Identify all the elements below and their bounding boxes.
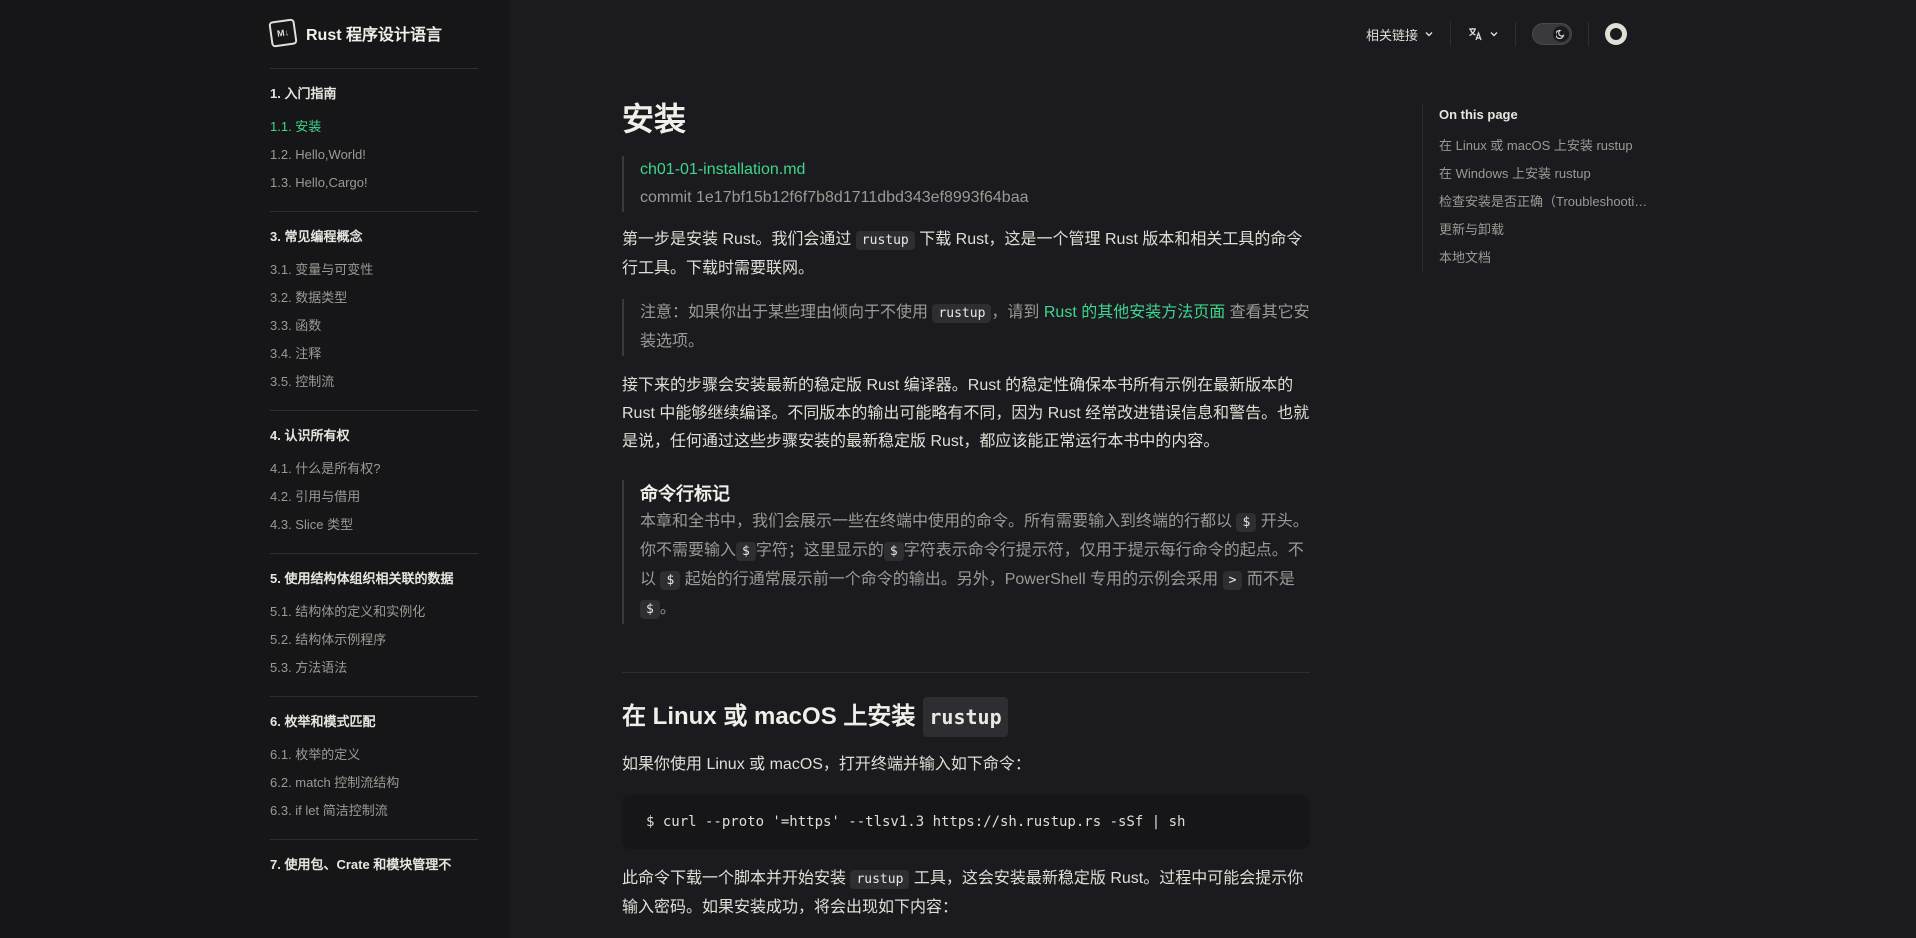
intro-paragraph: 第一步是安装 Rust。我们会通过 rustup 下载 Rust，这是一个管理 … [622,226,1310,283]
moon-icon [1553,26,1570,42]
sidebar-item[interactable]: 3.1. 变量与可变性 [270,256,478,284]
code-block[interactable]: $ curl --proto '=https' --tlsv1.3 https:… [622,795,1310,849]
sidebar-item[interactable]: 5.2. 结构体示例程序 [270,626,478,654]
text: 本章和全书中，我们会展示一些在终端中使用的命令。所有需要输入到终端的行都以 [640,513,1237,530]
outline-list: 在 Linux 或 macOS 上安装 rustup 在 Windows 上安装 … [1439,132,1652,272]
inline-code: $ [660,571,681,590]
inline-code: $ [640,600,660,619]
outline-item[interactable]: 检查安装是否正确（Troubleshooting） [1439,188,1652,216]
divider [1588,22,1590,46]
sidebar-item[interactable]: 1.1. 安装 [270,113,478,141]
sidebar-item[interactable]: 6.3. if let 简洁控制流 [270,797,478,825]
nav-group-title[interactable]: 7. 使用包、Crate 和模块管理不 [270,856,478,874]
related-links-label: 相关链接 [1366,27,1419,43]
section-divider [622,672,1310,673]
command-line-notation-callout: 命令行标记 本章和全书中，我们会展示一些在终端中使用的命令。所有需要输入到终端的… [622,480,1310,624]
sidebar-item[interactable]: 3.3. 函数 [270,312,478,340]
sidebar-item[interactable]: 1.3. Hello,Cargo! [270,169,478,197]
sidebar-item[interactable]: 4.3. Slice 类型 [270,511,478,539]
outline-item[interactable]: 在 Windows 上安装 rustup [1439,160,1652,188]
nav-group: 7. 使用包、Crate 和模块管理不 [270,839,478,898]
inline-code: > [1222,571,1243,590]
nav-group-title[interactable]: 5. 使用结构体组织相关联的数据 [270,570,478,588]
language-menu[interactable] [1451,26,1515,42]
note-paragraph: 注意：如果你出于某些理由倾向于不使用 rustup ，请到 Rust 的其他安装方… [640,299,1310,356]
translate-icon [1469,28,1482,41]
sidebar-item[interactable]: 5.3. 方法语法 [270,654,478,682]
nav-group-title[interactable]: 3. 常见编程概念 [270,228,478,246]
inline-code: $ [1236,513,1257,532]
nav-group-title[interactable]: 1. 入门指南 [270,85,478,103]
theme-toggle[interactable] [1532,23,1573,45]
page-outline: On this page 在 Linux 或 macOS 上安装 rustup 在… [1422,104,1652,272]
inline-code: $ [883,542,904,561]
text: 起始的行通常展示前一个命令的输出。另外，PowerShell 专用的示例会采用 [680,571,1223,588]
sidebar-item[interactable]: 5.1. 结构体的定义和实例化 [270,598,478,626]
other-install-methods-link[interactable]: Rust 的其他安装方法页面 [1044,304,1225,321]
text: 第一步是安装 Rust。我们会通过 [622,231,856,248]
sidebar-item[interactable]: 3.5. 控制流 [270,368,478,396]
callout-paragraph: 本章和全书中，我们会展示一些在终端中使用的命令。所有需要输入到终端的行都以 $ … [640,508,1310,624]
linux-intro-paragraph: 如果你使用 Linux 或 macOS，打开终端并输入如下命令： [622,756,1031,773]
sidebar-nav: 1. 入门指南 1.1. 安装 1.2. Hello,World! 1.3. Hell… [270,68,478,898]
text: 注意：如果你出于某些理由倾向于不使用 [640,304,933,321]
inline-code: rustup [932,304,992,323]
nav-group: 5. 使用结构体组织相关联的数据 5.1. 结构体的定义和实例化 5.2. 结构体示… [270,553,478,696]
nav-group: 3. 常见编程概念 3.1. 变量与可变性 3.2. 数据类型 3.3. 函数 3.4.… [270,211,478,410]
sidebar-item[interactable]: 1.2. Hello,World! [270,141,478,169]
nav-group-title[interactable]: 4. 认识所有权 [270,427,478,445]
commit-hash: commit 1e17bf15b12f6f7b8d1711dbd343ef899… [640,189,1029,206]
inline-code: rustup [923,697,1008,737]
text: 此命令下载一个脚本并开始安装 [622,870,851,887]
outline-item[interactable]: 本地文档 [1439,244,1652,272]
site-title[interactable]: Rust 程序设计语言 [306,21,442,45]
sidebar-item[interactable]: 6.1. 枚举的定义 [270,741,478,769]
book-logo-icon: M↓ [268,18,298,48]
section-heading-linux-macos: 在 Linux 或 macOS 上安装 rustup [622,697,1310,737]
sidebar-item[interactable]: 4.2. 引用与借用 [270,483,478,511]
sidebar-item[interactable]: 3.4. 注释 [270,340,478,368]
code-line: $ curl --proto '=https' --tlsv1.3 https:… [646,814,1186,830]
text: 。 [659,600,676,617]
main-content: 安装 ch01-01-installation.md commit 1e17bf… [622,96,1310,938]
text: 在 Linux 或 macOS 上安装 [622,703,916,730]
inline-code: $ [736,542,756,561]
text: ，请到 [991,304,1044,321]
page-title: 安装 [622,101,687,137]
sidebar: M↓ Rust 程序设计语言 1. 入门指南 1.1. 安装 1.2. Hello,… [0,0,510,938]
inline-code: rustup [855,231,915,250]
inline-code: rustup [850,870,910,889]
related-links-menu[interactable]: 相关链接 [1350,25,1450,44]
nav-group: 1. 入门指南 1.1. 安装 1.2. Hello,World! 1.3. Hell… [270,68,478,211]
note-block: 注意：如果你出于某些理由倾向于不使用 rustup ，请到 Rust 的其他安装方… [622,299,1310,356]
outline-item[interactable]: 更新与卸载 [1439,216,1652,244]
divider [1515,22,1517,46]
outline-item[interactable]: 在 Linux 或 macOS 上安装 rustup [1439,132,1652,160]
sidebar-item[interactable]: 4.1. 什么是所有权? [270,455,478,483]
chevron-down-icon [1490,32,1498,37]
source-meta: ch01-01-installation.md commit 1e17bf15b… [622,156,1310,212]
chevron-down-icon [1425,32,1433,37]
outline-title: On this page [1439,107,1518,122]
stability-paragraph: 接下来的步骤会安装最新的稳定版 Rust 编译器。Rust 的稳定性确保本书所有… [622,377,1310,450]
sidebar-item[interactable]: 3.2. 数据类型 [270,284,478,312]
text: 而不是 [1242,571,1295,588]
top-bar: 相关链接 [1350,18,1628,50]
install-result-paragraph: 此命令下载一个脚本并开始安装 rustup 工具，这会安装最新稳定版 Rust。… [622,865,1310,922]
brand[interactable]: M↓ Rust 程序设计语言 [268,18,442,48]
nav-group: 4. 认识所有权 4.1. 什么是所有权? 4.2. 引用与借用 4.3. Slice… [270,410,478,553]
github-icon[interactable] [1605,23,1628,45]
callout-title: 命令行标记 [640,484,730,504]
nav-group-title[interactable]: 6. 枚举和模式匹配 [270,713,478,731]
nav-group: 6. 枚举和模式匹配 6.1. 枚举的定义 6.2. match 控制流结构 6.3.… [270,696,478,839]
sidebar-item[interactable]: 6.2. match 控制流结构 [270,769,478,797]
text: 字符；这里显示的 [755,542,884,559]
source-file-link[interactable]: ch01-01-installation.md [640,156,1310,184]
